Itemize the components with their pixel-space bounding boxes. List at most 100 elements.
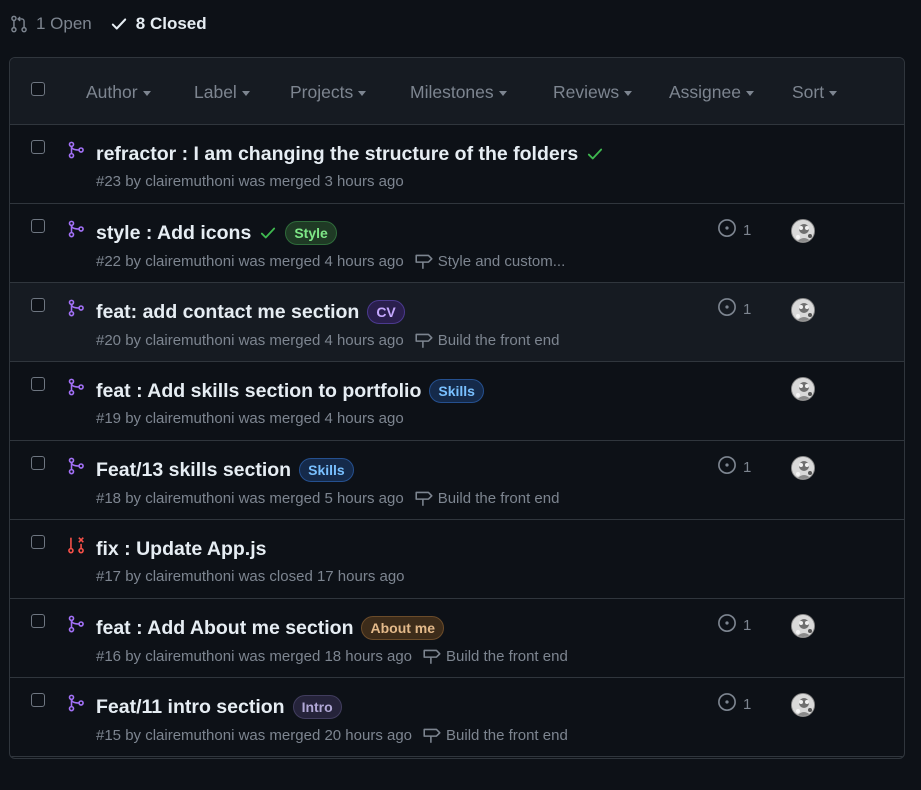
pr-meta-text: #23 by clairemuthoni was merged 3 hours … <box>96 173 404 190</box>
label-badge[interactable]: Intro <box>292 695 342 719</box>
milestones-filter-dropdown[interactable]: Milestones <box>410 80 507 104</box>
pr-merged-icon <box>67 457 85 475</box>
pr-meta-text: #15 by clairemuthoni was merged 20 hours… <box>96 726 413 744</box>
projects-filter-dropdown[interactable]: Projects <box>290 80 367 104</box>
pr-merged-icon <box>67 299 85 317</box>
pr-merged-icon <box>67 694 85 712</box>
pull-request-row[interactable]: Feat/11 intro section Intro #15 by claire… <box>10 678 904 757</box>
checks-passed-icon[interactable] <box>586 145 604 163</box>
pr-merged-icon <box>67 615 85 633</box>
assignee-avatar[interactable] <box>791 693 815 717</box>
row-select-checkbox[interactable] <box>31 456 45 470</box>
label-filter-label: Label <box>194 81 237 102</box>
pr-title-link[interactable]: refractor : I am changing the structure … <box>96 143 578 166</box>
pr-meta: #19 by clairemuthoni was merged 4 hours … <box>96 410 404 427</box>
title-line: Feat/11 intro section Intro <box>96 693 342 721</box>
pr-meta: #15 by clairemuthoni was merged 20 hours… <box>96 726 568 744</box>
pr-title-link[interactable]: style : Add icons <box>96 222 251 245</box>
author-filter-dropdown[interactable]: Author <box>86 80 151 104</box>
pr-meta: #22 by clairemuthoni was merged 4 hours … <box>96 252 565 270</box>
pr-title-link[interactable]: Feat/11 intro section <box>96 696 285 719</box>
milestone-icon <box>422 726 442 744</box>
row-select-checkbox[interactable] <box>31 140 45 154</box>
pr-title-link[interactable]: Feat/13 skills section <box>96 459 291 482</box>
row-select-checkbox[interactable] <box>31 535 45 549</box>
title-line: Feat/13 skills section Skills <box>96 456 354 484</box>
caret-down-icon <box>746 90 754 96</box>
pr-meta-text: #20 by clairemuthoni was merged 4 hours … <box>96 331 404 349</box>
assignee-avatar[interactable] <box>791 377 815 401</box>
pull-request-row[interactable]: Feat/13 skills section Skills #18 by clai… <box>10 441 904 520</box>
caret-down-icon <box>498 90 507 96</box>
pr-title-link[interactable]: feat : Add skills section to portfolio <box>96 380 421 403</box>
caret-down-icon <box>829 90 838 96</box>
pr-meta: #16 by clairemuthoni was merged 18 hours… <box>96 647 568 665</box>
caret-down-icon <box>358 90 367 96</box>
pr-meta: #17 by clairemuthoni was closed 17 hours… <box>96 568 405 585</box>
assignee-avatar[interactable] <box>791 298 815 322</box>
closed-filter-link[interactable]: 8 Closed <box>110 14 207 34</box>
label-badge[interactable]: Skills <box>429 379 484 403</box>
row-select-checkbox[interactable] <box>31 693 45 707</box>
label-filter-dropdown[interactable]: Label <box>194 80 250 104</box>
pr-meta: #20 by clairemuthoni was merged 4 hours … <box>96 331 559 349</box>
title-line: feat : Add About me section About me <box>96 614 445 642</box>
pull-request-row[interactable]: feat : Add skills section to portfolio Sk… <box>10 362 904 441</box>
linked-issues-link[interactable]: 1 <box>717 693 752 714</box>
assignee-filter-dropdown[interactable]: Assignee <box>669 80 754 104</box>
pull-request-row[interactable]: feat: add contact me section CV #20 by cl… <box>10 283 904 362</box>
issue-opened-icon <box>717 455 737 479</box>
linked-issue-count: 1 <box>743 695 752 713</box>
milestone-label: Style and custom... <box>437 252 566 270</box>
sort-label: Sort <box>792 81 825 102</box>
label-badge[interactable]: Style <box>285 221 337 245</box>
caret-down-icon <box>624 90 633 96</box>
milestone-icon <box>414 489 434 507</box>
pull-request-row[interactable]: fix : Update App.js #17 by clairemuthoni… <box>10 520 904 599</box>
pull-request-icon <box>11 15 27 33</box>
linked-issues-link[interactable]: 1 <box>717 298 752 319</box>
linked-issues-link[interactable]: 1 <box>717 614 752 635</box>
open-count-label: 1 Open <box>36 14 92 33</box>
assignee-avatar[interactable] <box>791 219 815 243</box>
projects-filter-label: Projects <box>290 81 354 102</box>
assignee-avatar[interactable] <box>791 456 815 480</box>
open-filter-link[interactable]: 1 Open <box>10 14 92 34</box>
row-select-checkbox[interactable] <box>31 298 45 312</box>
pull-request-row[interactable]: feat : Add About me section About me #16 … <box>10 599 904 678</box>
milestone-link[interactable]: Build the front end <box>422 726 568 744</box>
milestone-label: Build the front end <box>437 489 560 507</box>
milestone-link[interactable]: Style and custom... <box>414 252 566 270</box>
linked-issue-count: 1 <box>743 300 752 318</box>
linked-issue-count: 1 <box>743 221 752 239</box>
title-line: feat : Add skills section to portfolio Sk… <box>96 377 484 405</box>
milestone-link[interactable]: Build the front end <box>414 489 560 507</box>
pr-title-link[interactable]: fix : Update App.js <box>96 538 266 561</box>
pr-title-link[interactable]: feat: add contact me section <box>96 301 359 324</box>
milestone-link[interactable]: Build the front end <box>414 331 559 349</box>
label-badge[interactable]: About me <box>361 616 445 640</box>
assignee-avatar[interactable] <box>791 614 815 638</box>
row-select-checkbox[interactable] <box>31 219 45 233</box>
milestone-icon <box>414 331 434 349</box>
state-toggle: 1 Open 8 Closed <box>10 12 207 36</box>
linked-issue-count: 1 <box>743 616 752 634</box>
label-badge[interactable]: CV <box>367 300 405 324</box>
pr-merged-icon <box>67 141 85 159</box>
row-select-checkbox[interactable] <box>31 614 45 628</box>
pr-meta-text: #17 by clairemuthoni was closed 17 hours… <box>96 568 405 585</box>
pull-request-list: Author Label Projects Milestones Reviews… <box>9 57 905 759</box>
milestone-label: Build the front end <box>446 726 568 744</box>
pull-request-row[interactable]: style : Add icons Style #22 by clairemuth… <box>10 204 904 283</box>
label-badge[interactable]: Skills <box>299 458 354 482</box>
linked-issues-link[interactable]: 1 <box>717 218 752 242</box>
issue-opened-icon <box>717 218 737 242</box>
row-select-checkbox[interactable] <box>31 377 45 391</box>
milestone-link[interactable]: Build the front end <box>422 647 568 665</box>
pull-request-row[interactable]: refractor : I am changing the structure … <box>10 125 904 204</box>
pr-title-link[interactable]: feat : Add About me section <box>96 617 353 640</box>
linked-issues-link[interactable]: 1 <box>717 455 751 479</box>
sort-dropdown[interactable]: Sort <box>792 80 838 104</box>
checks-passed-icon[interactable] <box>259 224 277 242</box>
reviews-filter-dropdown[interactable]: Reviews <box>553 80 633 104</box>
